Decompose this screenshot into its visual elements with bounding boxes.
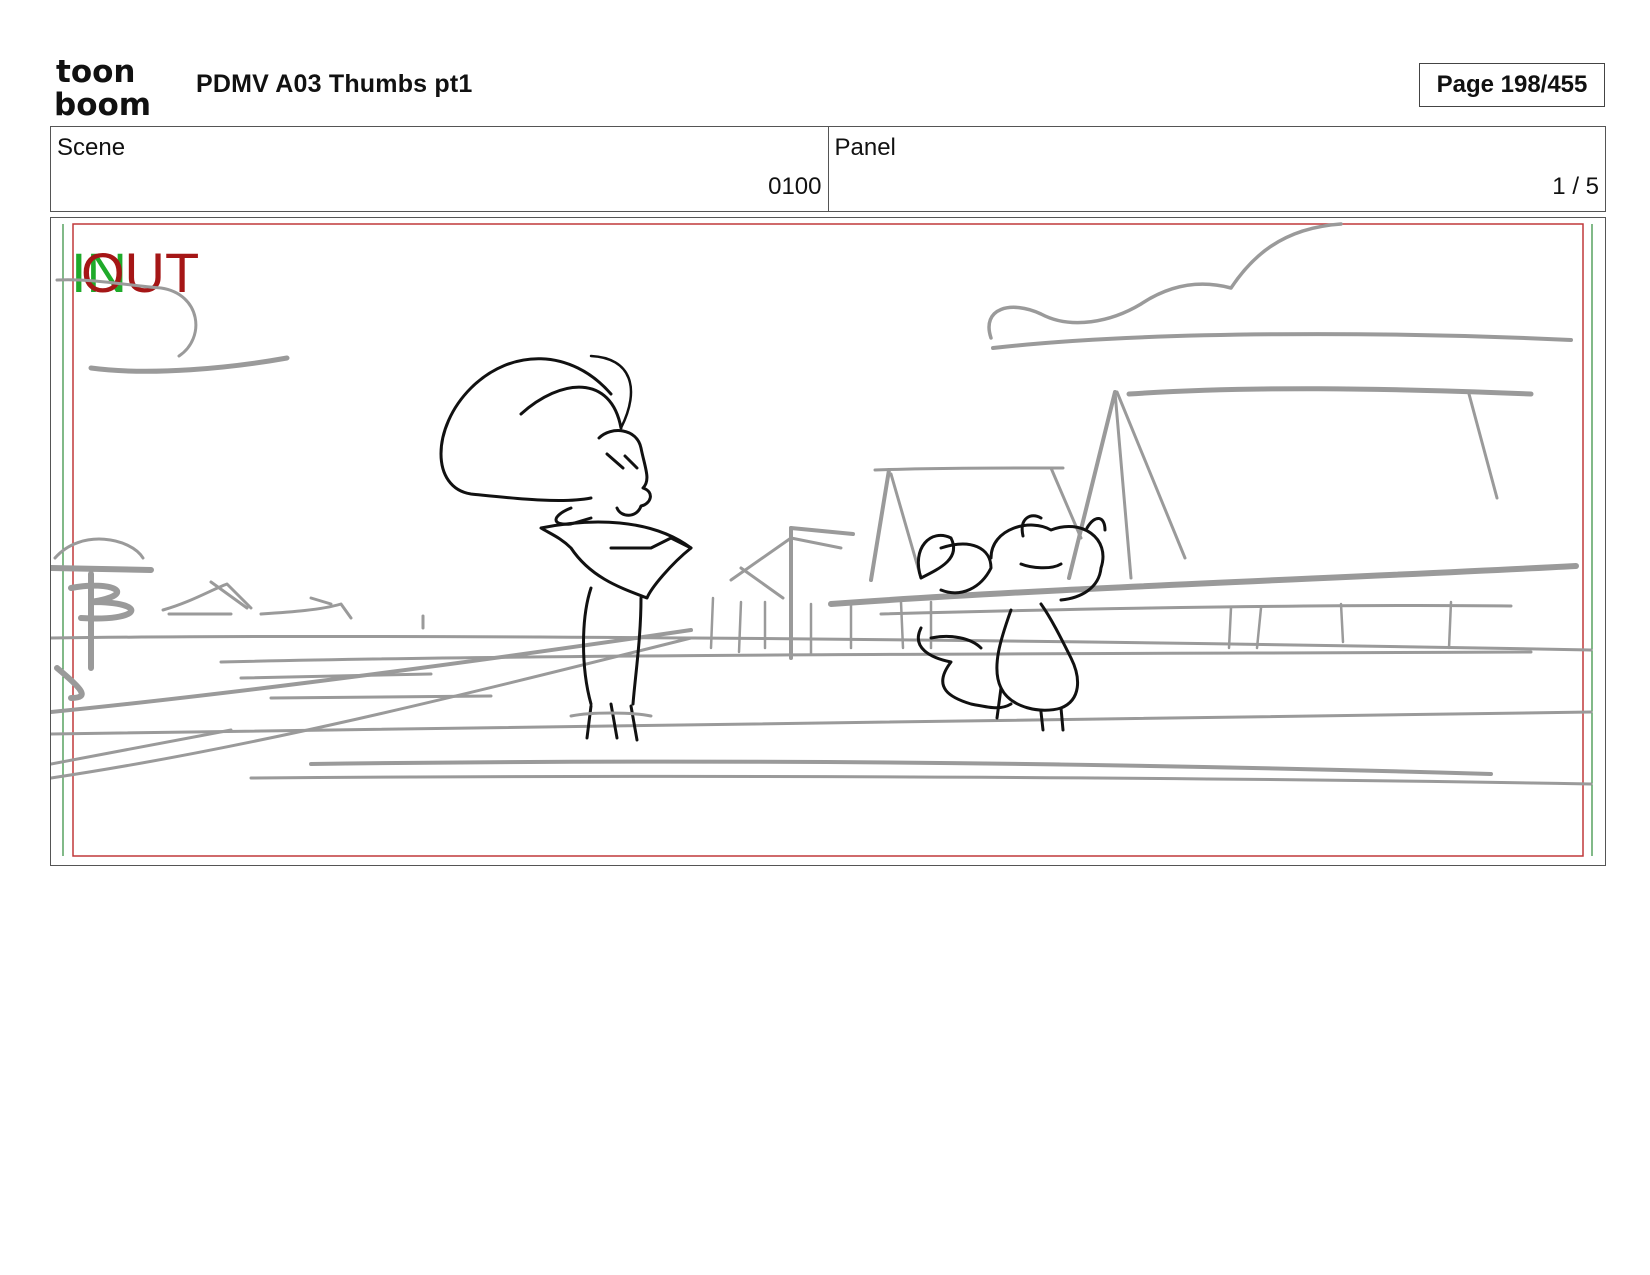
panel-label: Panel	[834, 134, 896, 161]
scene-value: 0100	[768, 173, 822, 200]
toon-boom-logo: toon boom	[54, 54, 151, 118]
scene-label: Scene	[57, 134, 126, 161]
panel-value: 1 / 5	[1552, 173, 1599, 200]
background-sketch	[51, 222, 1593, 786]
scene-cell: Scene 0100	[51, 127, 828, 211]
characters	[439, 354, 1107, 742]
logo-text-bottom: boom	[54, 87, 151, 118]
panel-cell: Panel 1 / 5	[827, 127, 1606, 211]
storyboard-panel: IN OUT	[50, 217, 1606, 866]
document-title: PDMV A03 Thumbs pt1	[196, 70, 473, 98]
scene-panel-table: Scene 0100 Panel 1 / 5	[50, 126, 1606, 212]
logo-text-top: toon	[56, 54, 135, 90]
woman-hair	[439, 357, 613, 503]
page-indicator: Page 198/455	[1419, 63, 1605, 107]
page-number: Page 198/455	[1436, 71, 1588, 98]
panel-drawing: IN OUT	[51, 222, 1593, 857]
